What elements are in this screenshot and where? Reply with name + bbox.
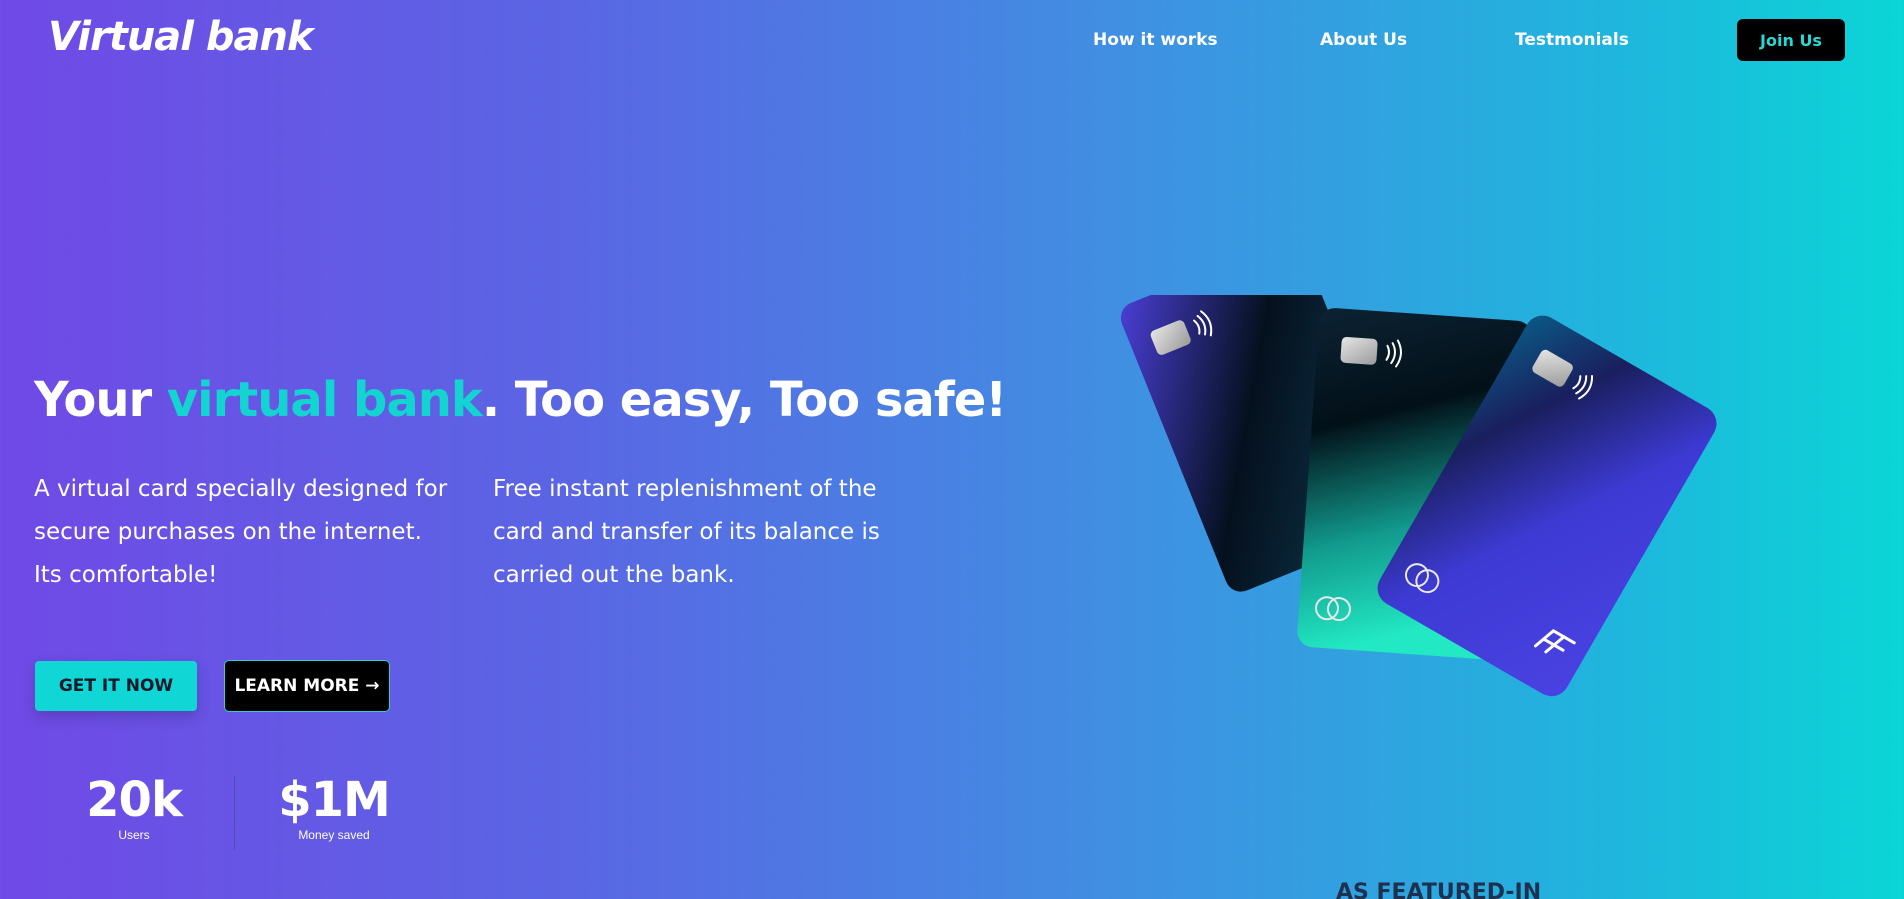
hero-description-left: A virtual card specially designed for se… bbox=[34, 476, 448, 588]
stat-money-label: Money saved bbox=[298, 828, 370, 842]
nav-link-how-it-works[interactable]: How it works bbox=[1093, 30, 1218, 50]
stat-money-saved: $1M Money saved bbox=[254, 772, 414, 842]
hero-description-right: Free instant replenishment of the card a… bbox=[493, 476, 880, 588]
get-it-now-button[interactable]: GET IT NOW bbox=[35, 661, 197, 711]
card-chip-icon bbox=[1340, 336, 1378, 365]
learn-more-button[interactable]: LEARN MORE → bbox=[224, 660, 390, 712]
nav-link-testimonials[interactable]: Testmonials bbox=[1515, 30, 1629, 50]
brand-logo[interactable]: Virtual bank bbox=[48, 14, 314, 60]
headline-prefix: Your bbox=[34, 372, 167, 428]
stat-users-label: Users bbox=[118, 828, 150, 842]
headline-suffix: . Too easy, Too safe! bbox=[481, 372, 1007, 428]
join-us-button[interactable]: Join Us bbox=[1737, 19, 1845, 61]
stat-divider bbox=[234, 776, 235, 850]
nav-link-about-us[interactable]: About Us bbox=[1320, 30, 1407, 50]
stat-money-value: $1M bbox=[278, 772, 391, 828]
featured-in-heading: AS FEATURED-IN bbox=[1336, 880, 1542, 899]
hero-headline: Your virtual bank. Too easy, Too safe! bbox=[34, 372, 1007, 428]
stat-users-value: 20k bbox=[86, 772, 183, 828]
stat-users: 20k Users bbox=[54, 772, 214, 842]
headline-accent: virtual bank bbox=[166, 372, 483, 428]
virtual-cards-illustration bbox=[1120, 295, 1717, 697]
